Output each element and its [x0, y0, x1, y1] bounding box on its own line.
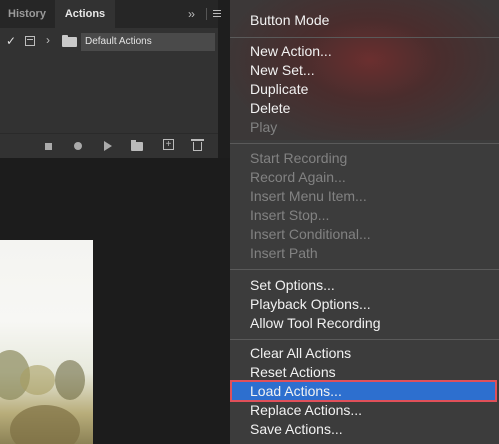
- stop-icon[interactable]: [45, 143, 52, 150]
- checkmark-icon[interactable]: ✓: [6, 34, 16, 48]
- menu-separator: [230, 339, 499, 340]
- menu-item-insert-path: Insert Path: [250, 245, 318, 261]
- chevron-right-icon[interactable]: ›: [46, 33, 50, 47]
- menu-item-button-mode[interactable]: Button Mode: [250, 11, 329, 30]
- document-image: [0, 240, 93, 444]
- menu-item-replace-actions[interactable]: Replace Actions...: [250, 401, 362, 420]
- actions-panel: History Actions ›› ✓ › Default Actions +: [0, 0, 221, 159]
- menu-item-insert-stop: Insert Stop...: [250, 207, 330, 223]
- menu-separator: [230, 37, 499, 38]
- menu-separator: [230, 269, 499, 270]
- action-set-name[interactable]: Default Actions: [81, 33, 215, 51]
- tab-history[interactable]: History: [0, 0, 54, 28]
- new-set-icon[interactable]: [131, 140, 143, 151]
- play-icon[interactable]: [104, 141, 112, 151]
- menu-separator: [230, 143, 499, 144]
- menu-item-start-recording: Start Recording: [250, 150, 348, 166]
- menu-item-insert-menu-item: Insert Menu Item...: [250, 188, 367, 204]
- panel-menu-icon[interactable]: [213, 10, 221, 18]
- tab-actions[interactable]: Actions: [55, 0, 115, 28]
- new-action-icon[interactable]: +: [163, 139, 174, 150]
- actions-flyout-menu: Button Mode New Action... New Set... Dup…: [230, 0, 499, 444]
- menu-item-record-again: Record Again...: [250, 169, 346, 185]
- dialog-toggle-icon[interactable]: [25, 36, 35, 46]
- menu-item-save-actions[interactable]: Save Actions...: [250, 420, 343, 439]
- menu-item-new-set[interactable]: New Set...: [250, 61, 315, 80]
- menu-item-set-options[interactable]: Set Options...: [250, 276, 335, 295]
- menu-item-load-actions[interactable]: Load Actions...: [250, 382, 342, 401]
- menu-item-playback-options[interactable]: Playback Options...: [250, 295, 371, 314]
- document-canvas[interactable]: [0, 158, 230, 444]
- panel-tab-bar: History Actions ››: [0, 0, 221, 28]
- folder-icon: [62, 35, 77, 47]
- menu-item-duplicate[interactable]: Duplicate: [250, 80, 308, 99]
- panel-footer-toolbar: +: [0, 133, 218, 159]
- menu-item-allow-tool-recording[interactable]: Allow Tool Recording: [250, 314, 380, 333]
- menu-item-insert-conditional: Insert Conditional...: [250, 226, 371, 242]
- collapse-panel-icon[interactable]: ››: [188, 0, 195, 28]
- menu-item-play: Play: [250, 119, 278, 135]
- action-set-row[interactable]: ✓ › Default Actions: [0, 33, 218, 51]
- tab-divider: [206, 8, 207, 20]
- menu-item-delete[interactable]: Delete: [250, 99, 290, 118]
- menu-item-new-action[interactable]: New Action...: [250, 42, 332, 61]
- menu-item-reset-actions[interactable]: Reset Actions: [250, 363, 336, 382]
- menu-item-clear-all-actions[interactable]: Clear All Actions: [250, 344, 351, 363]
- trash-icon[interactable]: [191, 139, 204, 151]
- record-icon[interactable]: [74, 142, 82, 150]
